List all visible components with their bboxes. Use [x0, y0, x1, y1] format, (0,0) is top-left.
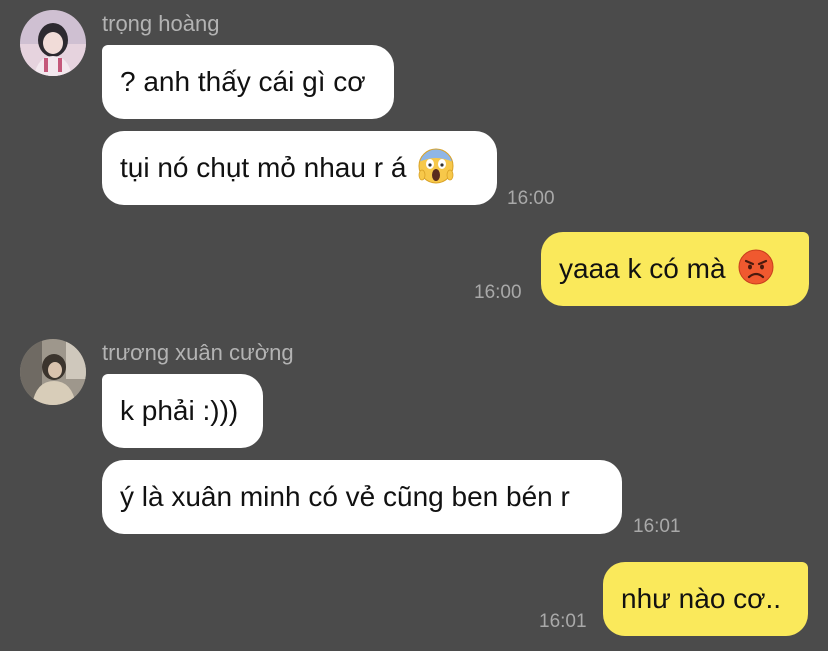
- user-avatar-icon: [20, 10, 86, 76]
- sender-name: trọng hoàng: [102, 11, 220, 36]
- timestamp: 16:00: [474, 282, 522, 303]
- timestamp: 16:00: [507, 188, 555, 209]
- message-text: ? anh thấy cái gì cơ: [120, 66, 366, 97]
- timestamp: 16:01: [539, 611, 587, 632]
- message-bubble[interactable]: k phải :))): [102, 374, 263, 448]
- timestamp: 16:01: [633, 516, 681, 537]
- message-text: yaaa k có mà: [559, 253, 726, 284]
- message-bubble[interactable]: như nào cơ..: [603, 562, 808, 636]
- message-text: tụi nó chụt mỏ nhau r á: [120, 152, 407, 183]
- face-screaming-in-fear-emoji: [418, 148, 454, 189]
- message-bubble[interactable]: ý là xuân minh có vẻ cũng ben bén r: [102, 460, 622, 534]
- avatar[interactable]: [20, 10, 86, 76]
- message-text: như nào cơ..: [621, 583, 782, 614]
- message-bubble[interactable]: ? anh thấy cái gì cơ: [102, 45, 394, 119]
- message-bubble[interactable]: yaaa k có mà: [541, 232, 809, 306]
- message-bubble[interactable]: tụi nó chụt mỏ nhau r á: [102, 131, 497, 205]
- sender-name: trương xuân cường: [102, 340, 294, 365]
- pouting-face-emoji: [738, 249, 774, 290]
- message-text: k phải :))): [120, 395, 239, 426]
- message-text: ý là xuân minh có vẻ cũng ben bén r: [120, 481, 570, 512]
- avatar[interactable]: [20, 339, 86, 405]
- user-avatar-icon: [20, 339, 86, 405]
